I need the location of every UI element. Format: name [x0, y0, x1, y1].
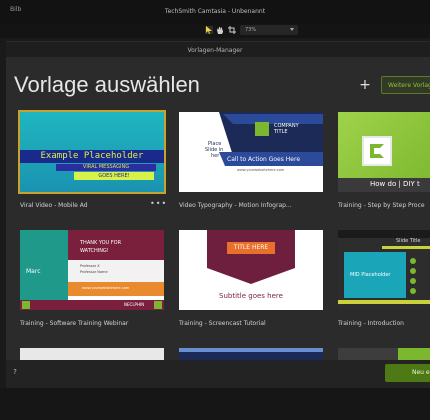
thumb-placeholder-text: MID Placeholder: [350, 272, 391, 278]
template-label: Video Typography - Motion Infograp...: [179, 202, 292, 209]
thumb-viral-text: VIRAL MESSAGING: [56, 164, 156, 171]
template-label: Viral Video - Mobile Ad: [20, 202, 88, 209]
template-thumbnail-screencast[interactable]: TITLE HERE Subtitle goes here: [179, 230, 323, 310]
zoom-select[interactable]: 73%: [240, 25, 298, 35]
thumb-watching-text: WATCHING!: [80, 248, 109, 254]
dialog-footer: [6, 360, 430, 388]
template-thumbnail-viral-video[interactable]: Example Placeholder VIRAL MESSAGING GOES…: [18, 110, 166, 194]
pan-hand-icon[interactable]: [216, 26, 224, 34]
template-thumbnail-partial[interactable]: [20, 348, 164, 360]
thumb-url-text: www.yourwebsitehere.com: [237, 168, 285, 172]
more-templates-button[interactable]: Weitere Vorlag: [381, 76, 430, 94]
logo-icon: [362, 136, 392, 166]
template-manager-dialog: [6, 57, 430, 385]
template-label: Training - Step by Step Proce: [338, 202, 425, 209]
chevron-down-icon: [290, 28, 294, 31]
crop-icon[interactable]: [228, 26, 236, 34]
page-title: Vorlage auswählen: [14, 72, 200, 97]
thumb-left-text: Marc: [26, 268, 41, 275]
thumb-url-text: www.yourwebsitehere.com: [82, 286, 130, 290]
thumb-name1-text: Professor X: [80, 264, 100, 268]
template-thumbnail-partial[interactable]: [179, 348, 323, 360]
template-thumbnail-partial[interactable]: [338, 348, 430, 360]
dialog-title: Vorlagen-Manager: [187, 47, 243, 54]
logo-icon: [154, 301, 162, 309]
template-thumbnail-introduction[interactable]: Slide Title MID Placeholder: [338, 230, 430, 310]
select-tool-icon[interactable]: [205, 26, 213, 34]
app-titlebar: Bilb TechSmith Camtasia - Unbenannt: [0, 0, 430, 24]
help-icon[interactable]: ?: [10, 368, 20, 378]
thumb-placeholder-text: Example Placeholder: [40, 151, 144, 161]
template-thumbnail-video-typography[interactable]: COMPANY TITLE Place Slide in her Call to…: [179, 112, 323, 192]
thumb-title-text: TITLE HERE: [233, 244, 269, 251]
template-label: Training - Software Training Webinar: [20, 320, 129, 327]
thumb-thanks-text: THANK YOU FOR: [80, 240, 122, 246]
add-icon[interactable]: +: [358, 78, 372, 92]
thumb-cta-text: Call to Action Goes Here: [227, 156, 301, 163]
window-title: TechSmith Camtasia - Unbenannt: [164, 8, 266, 15]
template-thumbnail-software-webinar[interactable]: Marc THANK YOU FOR WATCHING! Professor X…: [20, 230, 164, 310]
thumb-goes-here-text: GOES HERE!: [74, 172, 154, 180]
template-thumbnail-step-by-step[interactable]: How do | DIY t: [338, 112, 430, 192]
thumb-subtitle-text: Subtitle goes here: [219, 292, 283, 300]
template-label: Training - Screencast Tutorial: [179, 320, 266, 327]
logo-icon: [255, 122, 269, 136]
thumb-her-text: her: [211, 153, 220, 159]
thumb-badge-text: NECLPHIN: [124, 302, 145, 307]
thumb-slide-title-text: Slide Title: [396, 238, 421, 244]
toolbar: [0, 24, 430, 38]
zoom-value: 73%: [245, 27, 257, 33]
more-options-icon[interactable]: •••: [150, 199, 167, 208]
thumb-howto-text: How do | DIY t: [370, 180, 420, 188]
thumb-title-text: TITLE: [274, 129, 288, 135]
app-bottom-area: [0, 388, 430, 420]
template-label: Training - Introduction: [338, 320, 404, 327]
logo-icon: [22, 301, 30, 309]
new-button[interactable]: Neu er: [385, 364, 430, 382]
thumb-name2-text: Professor Name: [80, 270, 108, 274]
